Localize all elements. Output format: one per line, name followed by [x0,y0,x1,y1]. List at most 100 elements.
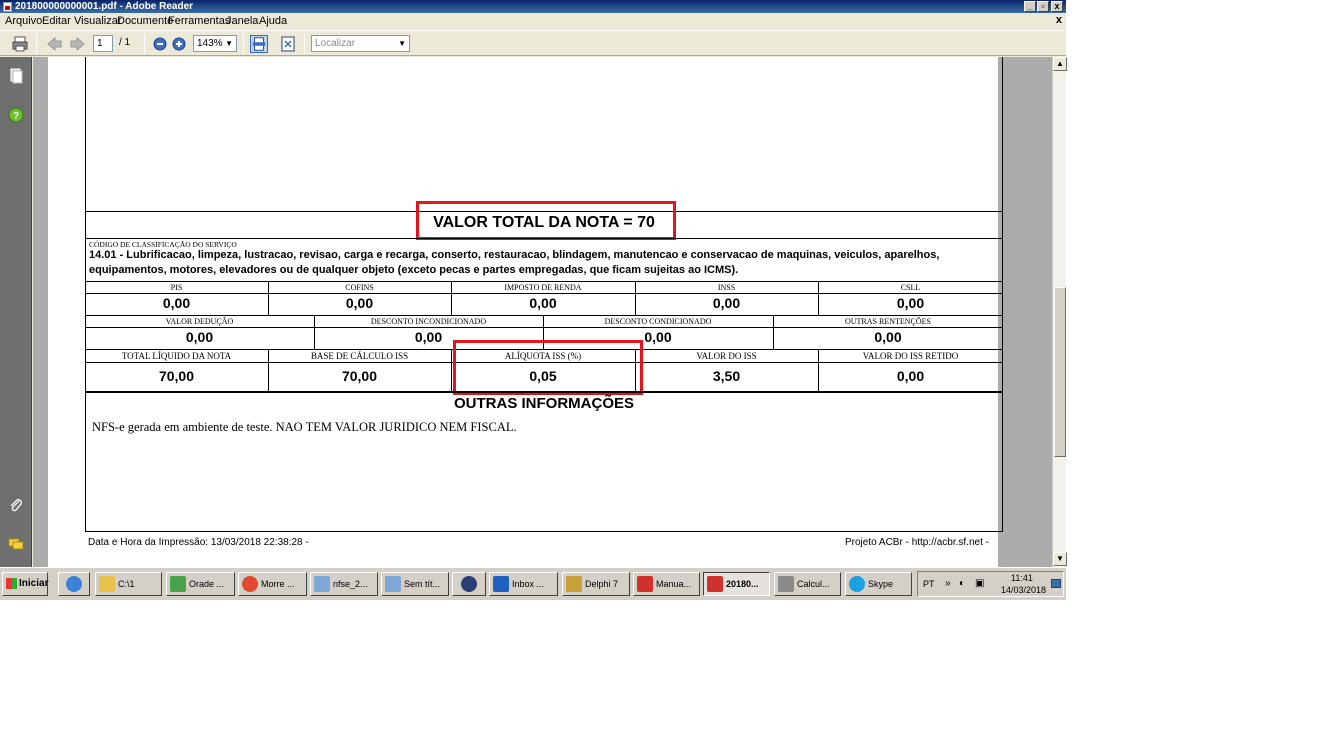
calculator-icon [778,576,794,592]
start-button[interactable]: Iniciar [2,572,48,596]
outras-informacoes-title: OUTRAS INFORMAÇÕES [454,395,634,412]
outlook-icon [493,576,509,592]
menu-editar[interactable]: Editar [42,15,71,27]
cofins-label: COFINS [345,283,374,292]
restore-button[interactable]: ▫ [1037,1,1049,12]
menu-documento[interactable]: Documento [117,15,173,27]
base-calculo-value: 70,00 [341,368,378,384]
clock-date[interactable]: 14/03/2018 [1001,585,1046,595]
task-label: Manua... [656,579,692,589]
valor-deducao-label: VALOR DEDUÇÃO [165,317,234,326]
pdf-document-icon [3,2,12,12]
vertical-scrollbar[interactable]: ▲ ▼ [1052,57,1067,567]
taskbar-pdf-active[interactable]: 20180... [703,572,770,596]
desconto-incondicionado-label: DESCONTO INCONDICIONADO [370,317,487,326]
help-icon[interactable]: ? [8,107,24,123]
taskbar-delphi[interactable]: Delphi 7 [562,572,630,596]
comments-icon[interactable] [8,536,24,552]
inss-value: 0,00 [712,295,741,311]
language-indicator[interactable]: PT [923,579,935,589]
taskbar-pdf-manual[interactable]: Manua... [633,572,700,596]
task-label: Orade ... [189,579,225,589]
taskbar-notepad-untitled[interactable]: Sem tít... [381,572,449,596]
next-page-icon[interactable] [69,35,87,53]
zoom-select[interactable]: 143% ▼ [193,35,237,52]
page-number-input[interactable]: 1 [93,35,113,52]
taskbar-oracle[interactable]: Orade ... [166,572,235,596]
classificacao-text: 14.01 - Lubrificacao, limpeza, lustracao… [89,249,940,276]
frame-line [1002,57,1003,211]
close-document-icon[interactable]: x [1056,14,1062,26]
task-label: nfse_2... [333,579,368,589]
taskbar-globe[interactable] [452,572,486,596]
toolbar-separator [243,34,244,54]
total-liquido-label: TOTAL LÍQUIDO DA NOTA [121,351,232,361]
fit-page-icon[interactable] [279,35,297,53]
document-viewer[interactable]: VALOR TOTAL DA NOTA = 70 CÓDIGO DE CLASS… [33,57,1052,567]
tray-expand-icon[interactable]: » [945,578,951,589]
notepad-icon [385,576,401,592]
title-bar: 201800000000001.pdf - Adobe Reader _ ▫ x [0,0,1066,13]
outras-retencoes-value: 0,00 [874,329,902,345]
menu-arquivo[interactable]: Arquivo [5,15,42,27]
csll-label: CSLL [900,283,921,292]
taskbar-chrome[interactable]: Morre ... [238,572,307,596]
previous-page-icon[interactable] [45,35,63,53]
delphi-icon [566,576,582,592]
start-label: Iniciar [19,578,49,589]
search-input[interactable]: Localizar ▼ [311,35,410,52]
taskbar-calculator[interactable]: Calcul... [774,572,841,596]
zoom-out-icon[interactable] [151,35,169,53]
imposto-renda-label: IMPOSTO DE RENDA [504,283,582,292]
attachment-icon[interactable] [8,497,24,513]
globe-icon [461,576,477,592]
oracle-icon [170,576,186,592]
volume-icon[interactable]: ◐ [959,578,965,589]
taskbar-ie[interactable] [58,572,90,596]
menu-ferramentas[interactable]: Ferramentas [168,15,230,27]
taskbar: Iniciar C:\1 Orade ... Morre ... nfse_2.… [0,567,1066,600]
cofins-value: 0,00 [345,295,374,311]
folder-icon [99,576,115,592]
scroll-thumb[interactable] [1054,287,1066,457]
csll-value: 0,00 [896,295,925,311]
frame-line [85,238,1003,239]
clock-time[interactable]: 11:41 [1011,573,1033,583]
task-label: Skype [868,579,894,589]
task-label: Delphi 7 [585,579,619,589]
valor-iss-retido-label: VALOR DO ISS RETIDO [862,351,959,361]
menu-visualizar[interactable]: Visualizar [74,15,122,27]
close-button[interactable]: x [1051,1,1063,12]
frame-line [85,238,86,281]
print-icon[interactable] [11,35,29,53]
search-placeholder: Localizar [315,38,356,49]
adobe-reader-window: 201800000000001.pdf - Adobe Reader _ ▫ x… [0,0,1067,600]
fit-width-icon[interactable] [250,35,268,53]
svg-text:?: ? [13,111,19,122]
scroll-down-icon[interactable]: ▼ [1053,552,1067,566]
valor-deducao-value: 0,00 [185,329,214,345]
inss-label: INSS [717,283,736,292]
menu-janela[interactable]: Janela [226,15,258,27]
zoom-in-icon[interactable] [170,35,188,53]
task-label: Inbox ... [512,579,545,589]
total-liquido-value: 70,00 [158,368,195,384]
taskbar-notepad-nfse[interactable]: nfse_2... [310,572,378,596]
toolbar-separator [144,34,145,54]
task-label: Sem tít... [404,579,441,589]
taskbar-skype[interactable]: Skype [845,572,912,596]
scroll-up-icon[interactable]: ▲ [1053,57,1067,71]
menu-ajuda[interactable]: Ajuda [259,15,287,27]
task-label: 20180... [726,579,759,589]
window-title: 201800000000001.pdf - Adobe Reader [15,1,194,12]
show-desktop-icon[interactable] [1051,579,1061,588]
network-icon[interactable]: ▣ [975,578,984,589]
taskbar-outlook[interactable]: Inbox ... [489,572,558,596]
skype-icon [849,576,865,592]
taskbar-folder[interactable]: C:\1 [95,572,162,596]
pages-icon[interactable] [8,68,24,84]
highlight-box [416,201,676,240]
chrome-icon [242,576,258,592]
minimize-button[interactable]: _ [1024,1,1036,12]
footer-credits: Projeto ACBr - http://acbr.sf.net - [845,537,989,548]
